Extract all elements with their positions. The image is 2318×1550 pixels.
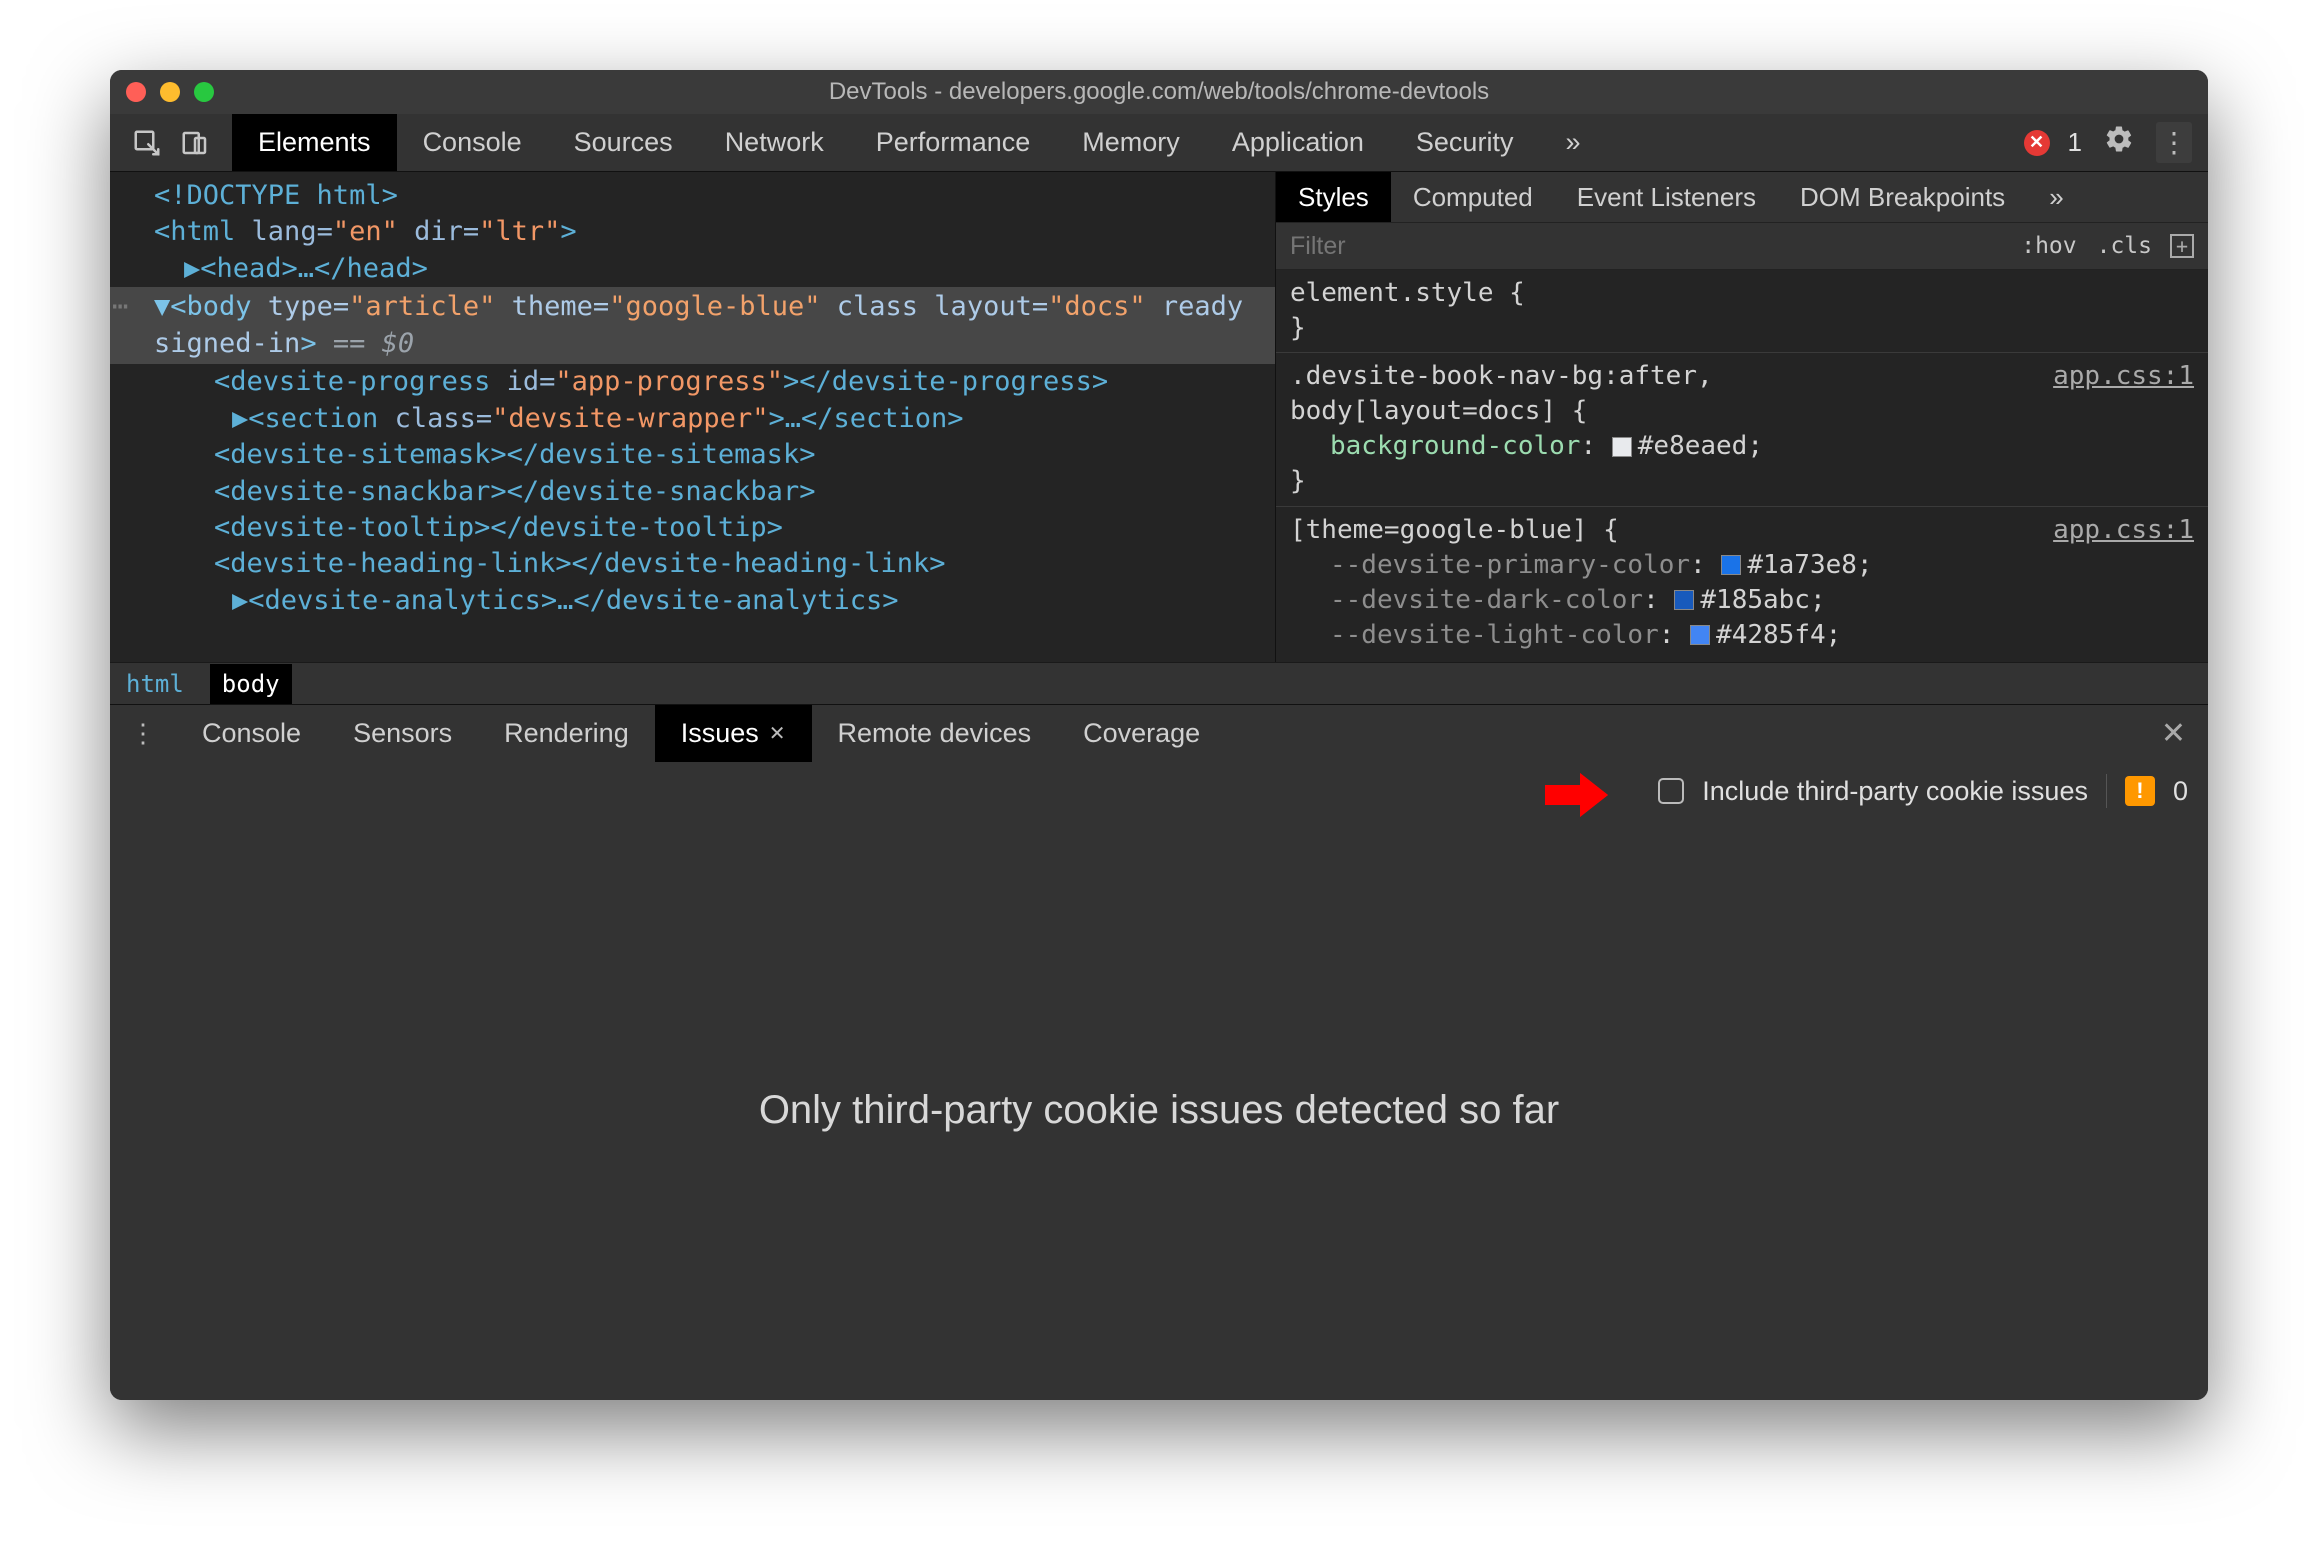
color-swatch-icon[interactable] — [1690, 625, 1710, 645]
device-toolbar-icon[interactable] — [180, 128, 210, 158]
dom-child-snackbar[interactable]: <devsite-snackbar></devsite-snackbar> — [110, 474, 1275, 510]
dom-child-sitemask[interactable]: <devsite-sitemask></devsite-sitemask> — [110, 437, 1275, 473]
issues-warning-icon[interactable]: ! — [2125, 776, 2155, 806]
traffic-lights — [126, 82, 214, 102]
dom-doctype: <!DOCTYPE html> — [154, 180, 398, 211]
dom-head-tag[interactable]: ▶<head>…</head> — [110, 251, 1275, 287]
drawer-close-icon[interactable]: ✕ — [2139, 705, 2208, 762]
more-menu-icon[interactable]: ⋮ — [2156, 122, 2192, 163]
drawer-tab-issues[interactable]: Issues✕ — [655, 705, 812, 762]
error-count: 1 — [2068, 127, 2082, 158]
tab-console[interactable]: Console — [397, 114, 548, 171]
window-title: DevTools - developers.google.com/web/too… — [110, 78, 2208, 106]
styles-panel: Styles Computed Event Listeners DOM Brea… — [1275, 172, 2208, 662]
color-swatch-icon[interactable] — [1674, 590, 1694, 610]
tab-application[interactable]: Application — [1206, 114, 1390, 171]
tab-elements[interactable]: Elements — [232, 114, 397, 171]
settings-gear-icon[interactable] — [2100, 120, 2138, 165]
style-rule-body-layout[interactable]: app.css:1 .devsite-book-nav-bg:after, bo… — [1276, 353, 2208, 506]
breadcrumb-html[interactable]: html — [126, 670, 184, 698]
main-split: <!DOCTYPE html> <html lang="en" dir="ltr… — [110, 172, 2208, 662]
dom-child-progress[interactable]: <devsite-progress id="app-progress"></de… — [110, 364, 1275, 400]
drawer-tab-rendering[interactable]: Rendering — [478, 705, 655, 762]
rule-source-link[interactable]: app.css:1 — [2053, 513, 2194, 548]
cls-toggle[interactable]: .cls — [2087, 233, 2162, 259]
issues-count: 0 — [2173, 776, 2188, 807]
dom-child-heading-link[interactable]: <devsite-heading-link></devsite-heading-… — [110, 546, 1275, 582]
styles-body[interactable]: element.style { } app.css:1 .devsite-boo… — [1276, 270, 2208, 662]
color-swatch-icon[interactable] — [1721, 555, 1741, 575]
drawer-more-icon[interactable]: ⋮ — [110, 705, 176, 762]
new-style-rule-icon[interactable]: + — [2170, 234, 2194, 258]
main-toolbar: Elements Console Sources Network Perform… — [110, 114, 2208, 172]
minimize-window-icon[interactable] — [160, 82, 180, 102]
dom-child-analytics[interactable]: ▶<devsite-analytics>…</devsite-analytics… — [110, 583, 1275, 619]
annotation-arrow-icon — [1540, 770, 1610, 820]
styles-tab-styles[interactable]: Styles — [1276, 172, 1391, 222]
drawer-tab-coverage[interactable]: Coverage — [1057, 705, 1226, 762]
issues-body: Only third-party cookie issues detected … — [110, 820, 2208, 1400]
styles-filter-input[interactable] — [1290, 232, 2011, 261]
dom-body-tag-selected[interactable]: ⋯ ▼<body type="article" theme="google-bl… — [110, 287, 1275, 364]
style-rule-theme-google-blue[interactable]: app.css:1 [theme=google-blue] { --devsit… — [1276, 507, 2208, 659]
styles-filter-bar: :hov .cls + — [1276, 222, 2208, 270]
error-badge-icon[interactable]: ✕ — [2024, 130, 2050, 156]
dom-html-tag[interactable]: <html lang="en" dir="ltr"> — [110, 214, 1275, 250]
issues-toolbar: Include third-party cookie issues ! 0 — [110, 762, 2208, 820]
close-window-icon[interactable] — [126, 82, 146, 102]
styles-tab-dom-breakpoints[interactable]: DOM Breakpoints — [1778, 172, 2027, 222]
drawer-tab-console[interactable]: Console — [176, 705, 327, 762]
devtools-window: DevTools - developers.google.com/web/too… — [110, 70, 2208, 1400]
divider — [2106, 774, 2107, 808]
rule-source-link[interactable]: app.css:1 — [2053, 359, 2194, 394]
tab-sources[interactable]: Sources — [548, 114, 699, 171]
style-rule-element-style[interactable]: element.style { } — [1276, 270, 2208, 353]
main-tabs: Elements Console Sources Network Perform… — [232, 114, 1606, 171]
issues-message: Only third-party cookie issues detected … — [759, 1088, 1559, 1133]
titlebar: DevTools - developers.google.com/web/too… — [110, 70, 2208, 114]
third-party-cookie-checkbox[interactable] — [1658, 778, 1684, 804]
close-tab-icon[interactable]: ✕ — [769, 721, 786, 746]
styles-tabs-overflow-icon[interactable]: » — [2027, 172, 2085, 222]
maximize-window-icon[interactable] — [194, 82, 214, 102]
third-party-cookie-label: Include third-party cookie issues — [1702, 776, 2088, 807]
styles-tab-computed[interactable]: Computed — [1391, 172, 1555, 222]
inspect-element-icon[interactable] — [132, 128, 162, 158]
elements-panel[interactable]: <!DOCTYPE html> <html lang="en" dir="ltr… — [110, 172, 1275, 662]
tabs-overflow-icon[interactable]: » — [1539, 114, 1606, 171]
drawer-tab-remote-devices[interactable]: Remote devices — [812, 705, 1058, 762]
styles-tab-event-listeners[interactable]: Event Listeners — [1555, 172, 1778, 222]
tab-memory[interactable]: Memory — [1056, 114, 1206, 171]
hov-toggle[interactable]: :hov — [2011, 233, 2086, 259]
styles-tabs: Styles Computed Event Listeners DOM Brea… — [1276, 172, 2208, 222]
drawer-tabs: ⋮ Console Sensors Rendering Issues✕ Remo… — [110, 704, 2208, 762]
dom-child-tooltip[interactable]: <devsite-tooltip></devsite-tooltip> — [110, 510, 1275, 546]
breadcrumb-body[interactable]: body — [210, 664, 292, 704]
dom-breadcrumb: html body — [110, 662, 2208, 704]
tab-performance[interactable]: Performance — [850, 114, 1057, 171]
dom-child-section[interactable]: ▶<section class="devsite-wrapper">…</sec… — [110, 401, 1275, 437]
drawer-tab-sensors[interactable]: Sensors — [327, 705, 478, 762]
tab-security[interactable]: Security — [1390, 114, 1540, 171]
tab-network[interactable]: Network — [699, 114, 850, 171]
color-swatch-icon[interactable] — [1612, 437, 1632, 457]
